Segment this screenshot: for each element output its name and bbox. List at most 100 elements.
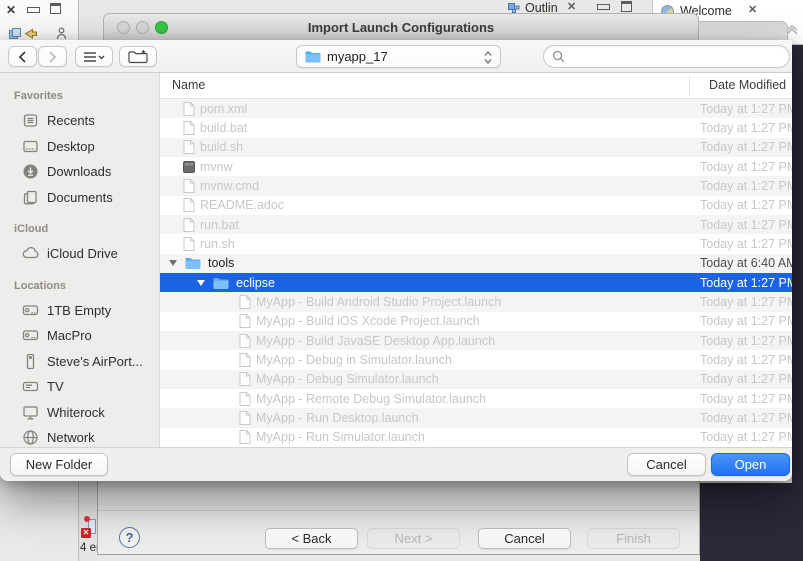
document-icon bbox=[239, 391, 251, 406]
back-arrow-icon[interactable] bbox=[24, 28, 37, 40]
folder-icon bbox=[213, 276, 229, 289]
list-header[interactable]: Name Date Modified bbox=[160, 73, 792, 99]
file-row[interactable]: MyApp - Remote Debug Simulator.launch Tod… bbox=[160, 389, 792, 408]
sidebar-item-downloads[interactable]: Downloads bbox=[0, 159, 159, 185]
sheet-toolbar: myapp_17 bbox=[0, 40, 792, 73]
wizard-button-area: ? < Back Next > Cancel Finish bbox=[97, 481, 700, 555]
sidebar-item-icloud-drive[interactable]: iCloud Drive bbox=[0, 241, 159, 267]
back-nav-button[interactable] bbox=[8, 46, 37, 67]
finish-button: Finish bbox=[587, 528, 680, 549]
file-row[interactable]: eclipse Today at 1:27 PM bbox=[160, 272, 792, 293]
file-row[interactable]: run.bat Today at 1:27 PM bbox=[160, 214, 792, 235]
cancel-button[interactable]: Cancel bbox=[627, 453, 706, 476]
sidebar-item-1tb-empty[interactable]: 1TB Empty bbox=[0, 298, 159, 324]
sidebar-item-label: Network bbox=[47, 430, 95, 446]
file-row[interactable]: MyApp - Run Simulator.launch Today at 1:2… bbox=[160, 428, 792, 447]
file-row[interactable]: README.adoc Today at 1:27 PM bbox=[160, 196, 792, 215]
sidebar-section-label: Favorites bbox=[14, 90, 63, 102]
minimize-view-icon[interactable] bbox=[27, 7, 40, 13]
sheet-top-edge bbox=[699, 21, 788, 41]
file-row[interactable]: pom.xml Today at 1:27 PM bbox=[160, 99, 792, 119]
column-header-name[interactable]: Name bbox=[172, 78, 205, 92]
disclosure-triangle[interactable] bbox=[197, 279, 205, 286]
search-input[interactable] bbox=[570, 49, 770, 64]
open-button[interactable]: Open bbox=[711, 453, 790, 476]
maximize-icon[interactable] bbox=[621, 1, 632, 12]
search-field[interactable] bbox=[543, 45, 790, 68]
file-date: Today at 1:27 PM bbox=[700, 236, 792, 251]
wizard-cancel-button[interactable]: Cancel bbox=[478, 528, 571, 549]
sidebar-item-steve-s-airport[interactable]: Steve's AirPort... bbox=[0, 349, 159, 375]
desktop-icon bbox=[22, 138, 39, 155]
next-button: Next > bbox=[367, 528, 460, 549]
file-row[interactable]: mvnw Today at 1:27 PM bbox=[160, 157, 792, 176]
file-date: Today at 1:27 PM bbox=[700, 430, 792, 445]
file-date: Today at 1:27 PM bbox=[700, 159, 792, 174]
file-row[interactable]: MyApp - Build Android Studio Project.lau… bbox=[160, 292, 792, 312]
person-icon bbox=[56, 27, 67, 40]
file-name: MyApp - Build Android Studio Project.lau… bbox=[256, 294, 502, 309]
document-icon bbox=[239, 372, 251, 387]
file-date: Today at 1:27 PM bbox=[700, 140, 792, 155]
sidebar-item-tv[interactable]: TV bbox=[0, 374, 159, 400]
maximize-view-icon[interactable] bbox=[50, 3, 61, 14]
disclosure-triangle[interactable] bbox=[169, 260, 177, 267]
file-date: Today at 1:27 PM bbox=[700, 333, 792, 348]
file-name: mvnw.cmd bbox=[200, 178, 260, 193]
back-button[interactable]: < Back bbox=[265, 528, 358, 549]
file-row[interactable]: run.sh Today at 1:27 PM bbox=[160, 234, 792, 253]
divider bbox=[98, 510, 699, 511]
close-welcome-tab-icon[interactable]: ✕ bbox=[748, 4, 757, 16]
column-header-date[interactable]: Date Modified bbox=[709, 78, 786, 92]
file-name: eclipse bbox=[236, 275, 275, 290]
updown-chevrons-icon bbox=[484, 50, 492, 70]
file-row[interactable]: mvnw.cmd Today at 1:27 PM bbox=[160, 176, 792, 196]
file-date: Today at 1:27 PM bbox=[700, 372, 792, 387]
tvbox-icon bbox=[22, 378, 39, 395]
sidebar-item-documents[interactable]: Documents bbox=[0, 185, 159, 211]
view-mode-button[interactable] bbox=[75, 46, 113, 67]
sidebar-item-label: iCloud Drive bbox=[47, 246, 118, 262]
sidebar-item-network[interactable]: Network bbox=[0, 425, 159, 447]
new-folder-button[interactable]: New Folder bbox=[10, 453, 108, 476]
file-name: run.bat bbox=[200, 217, 239, 232]
sidebar-item-recents[interactable]: Recents bbox=[0, 108, 159, 134]
sidebar-item-label: 1TB Empty bbox=[47, 302, 112, 318]
file-row[interactable]: MyApp - Run Desktop.launch Today at 1:27 … bbox=[160, 408, 792, 428]
sidebar-item-label: Whiterock bbox=[47, 404, 105, 420]
file-date: Today at 1:27 PM bbox=[700, 314, 792, 329]
forward-nav-button[interactable] bbox=[38, 46, 67, 67]
file-row[interactable]: MyApp - Debug in Simulator.launch Today a… bbox=[160, 350, 792, 369]
file-date: Today at 1:27 PM bbox=[700, 294, 792, 309]
file-row[interactable]: build.sh Today at 1:27 PM bbox=[160, 137, 792, 157]
minimize-icon[interactable] bbox=[597, 4, 610, 10]
file-row[interactable]: tools Today at 6:40 AM bbox=[160, 253, 792, 273]
sidebar-item-label: TV bbox=[47, 379, 64, 395]
current-folder-dropdown[interactable]: myapp_17 bbox=[296, 45, 501, 68]
search-icon bbox=[552, 50, 565, 63]
help-button[interactable]: ? bbox=[119, 527, 140, 548]
close-outline-tab-icon[interactable]: ✕ bbox=[567, 1, 576, 13]
sidebar: Favorites Recents Desktop Downloads Document… bbox=[0, 73, 160, 447]
sidebar-item-desktop[interactable]: Desktop bbox=[0, 134, 159, 160]
file-row[interactable]: build.bat Today at 1:27 PM bbox=[160, 118, 792, 137]
file-name: MyApp - Build JavaSE Desktop App.launch bbox=[256, 333, 496, 348]
document-icon bbox=[239, 352, 251, 367]
close-view-icon[interactable]: ✕ bbox=[6, 4, 16, 16]
window-title: Import Launch Configurations bbox=[307, 20, 495, 35]
file-date: Today at 1:27 PM bbox=[700, 120, 792, 135]
wizard-titlebar[interactable]: Import Launch Configurations bbox=[103, 13, 699, 41]
sidebar-item-label: Desktop bbox=[47, 138, 95, 154]
editor-dark-background bbox=[792, 45, 803, 485]
file-row[interactable]: MyApp - Build iOS Xcode Project.launch To… bbox=[160, 312, 792, 331]
file-name: tools bbox=[208, 256, 235, 271]
new-folder-toolbar-button[interactable] bbox=[119, 46, 157, 67]
file-row[interactable]: MyApp - Build JavaSE Desktop App.launch T… bbox=[160, 330, 792, 351]
file-row[interactable]: MyApp - Debug Simulator.launch Today at 1… bbox=[160, 369, 792, 389]
error-x-icon: ✕ bbox=[81, 528, 91, 538]
file-list: pom.xml Today at 1:27 PM build.bat Today at… bbox=[160, 99, 792, 447]
chevron-left-icon bbox=[18, 50, 26, 63]
column-divider[interactable] bbox=[689, 76, 690, 96]
sidebar-item-macpro[interactable]: MacPro bbox=[0, 323, 159, 349]
sidebar-item-whiterock[interactable]: Whiterock bbox=[0, 400, 159, 426]
